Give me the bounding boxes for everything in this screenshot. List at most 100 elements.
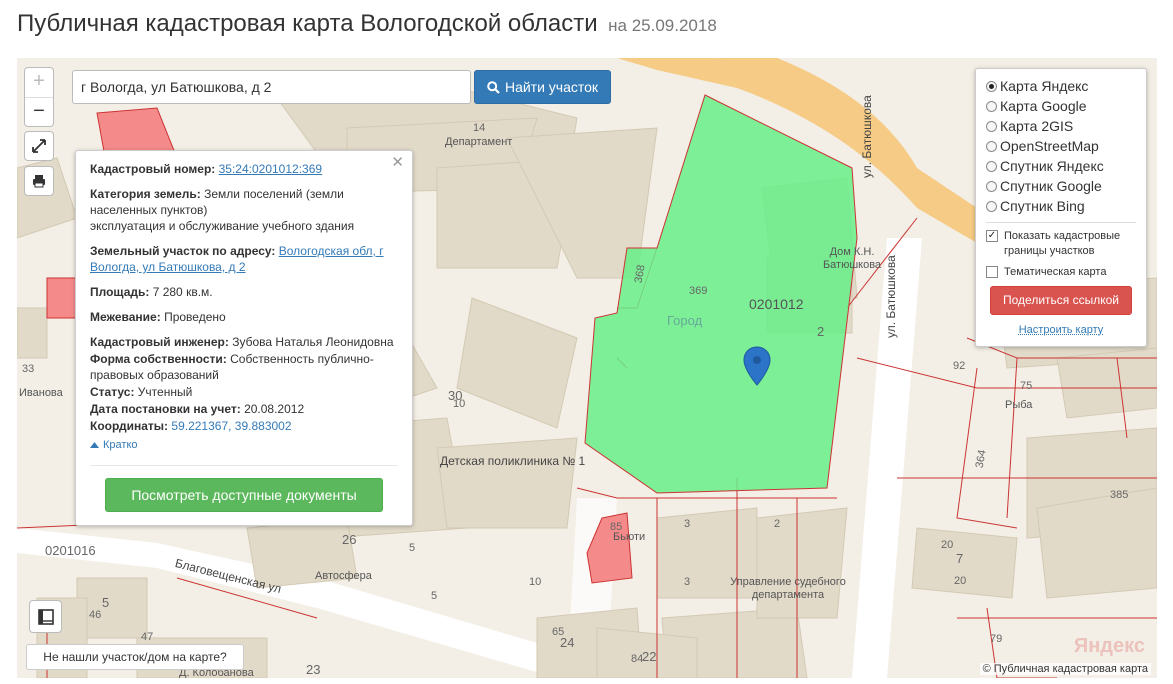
label-20b: 20 [954,575,967,587]
label-parcel-369: 369 [689,285,708,297]
layer-option-label: Карта Яндекс [1000,78,1089,94]
layer-option-label: Спутник Яндекс [1000,158,1104,174]
ownership-label: Форма собственности: [90,352,227,366]
layer-option-label: Спутник Bing [1000,198,1085,214]
label-byuti: Бьюти [613,531,646,543]
label-10: 10 [453,398,466,410]
yandex-watermark: Яндекс [1073,635,1145,657]
engineer-label: Кадастровый инженер: [90,335,229,349]
radio-button[interactable] [986,80,997,92]
checkbox-checked[interactable]: ✓ [986,230,998,242]
survey-label: Межевание: [90,310,161,324]
row-registration-date: Дата постановки на учет: 20.08.2012 [90,401,398,417]
row-address: Земельный участок по адресу: Вологодская… [90,243,398,275]
radio-button[interactable] [986,160,997,172]
zoom-control: + − [24,67,54,127]
radio-button[interactable] [986,100,997,112]
label-autosfera: Автосфера [315,570,372,582]
label-92: 92 [953,360,966,372]
address-label: Земельный участок по адресу: [90,244,276,258]
label-385: 385 [1110,489,1129,501]
caret-up-icon [90,442,99,448]
label-street-batyushkova-2: ул. Батюшкова [884,255,898,338]
label-5b: 5 [431,590,438,602]
label-46: 46 [89,609,102,621]
checkbox-unchecked[interactable] [986,266,998,278]
show-boundaries-label: Показать кадастровые границы участков [1004,230,1121,257]
engineer-value: Зубова Наталья Леонидовна [232,335,394,349]
search-icon [487,80,500,94]
layers-divider [986,222,1136,223]
row-coordinates: Координаты: 59.221367, 39.883002 [90,418,398,434]
label-num-2: 2 [817,324,825,339]
layer-option-google-map[interactable]: Карта Google [986,96,1136,116]
copyright: © Публичная кадастровая карта [979,663,1151,675]
find-parcel-button[interactable]: Найти участок [474,70,611,104]
row-ownership: Форма собственности: Собственность публи… [90,351,398,383]
label-47: 47 [141,631,154,643]
show-boundaries-checkbox[interactable]: ✓ Показать кадастровые границы участков [986,229,1136,259]
label-quarter-0201016: 0201016 [45,543,96,558]
thematic-map-checkbox[interactable]: Тематическая карта [986,265,1136,280]
zoom-out-button[interactable]: − [25,97,53,126]
parcel-info-panel: ✕ Кадастровый номер: 35:24:0201012:369 К… [75,150,413,526]
label-26: 26 [342,532,357,547]
close-icon[interactable]: ✕ [391,155,404,171]
label-polyclinic: Детская поликлиника № 1 [440,454,586,468]
thematic-map-label: Тематическая карта [1004,266,1107,278]
radio-button[interactable] [986,140,997,152]
row-land-category: Категория земель: Земли поселений (земли… [90,186,398,234]
area-value: 7 280 кв.м. [152,285,213,299]
coordinates-label: Координаты: [90,419,169,433]
radio-button[interactable] [986,180,997,192]
map-viewport[interactable]: Департамент 14 Дом К.Н. Батюшкова ул. Ба… [17,58,1157,678]
cadastral-number-label: Кадастровый номер: [90,162,216,176]
collapse-toggle[interactable]: Кратко [90,437,138,453]
area-label: Площадь: [90,285,150,299]
label-ivanova: Иванова [19,387,63,399]
layer-option-yandex-map[interactable]: Карта Яндекс [986,76,1136,96]
configure-map-link[interactable]: Настроить карту [986,324,1136,336]
layer-option-google-satellite[interactable]: Спутник Google [986,176,1136,196]
row-survey: Межевание: Проведено [90,309,398,325]
radio-button[interactable] [986,200,997,212]
row-cadastral-number: Кадастровый номер: 35:24:0201012:369 [90,161,398,177]
label-75: 75 [1020,380,1033,392]
legend-button[interactable] [29,600,62,633]
row-status: Статус: Учтенный [90,384,398,400]
status-value: Учтенный [137,385,193,399]
page-title: Публичная кадастровая карта Вологодской … [17,10,598,37]
page-header: Публичная кадастровая карта Вологодской … [17,10,717,46]
page-date: на 25.09.2018 [608,16,717,35]
coordinates-link[interactable]: 59.221367, 39.883002 [171,419,291,433]
label-24: 24 [560,635,575,650]
cadastral-number-link[interactable]: 35:24:0201012:369 [219,162,322,176]
view-documents-button[interactable]: Посмотреть доступные документы [105,478,383,512]
label-22: 22 [642,649,657,664]
row-engineer: Кадастровый инженер: Зубова Наталья Леон… [90,334,398,350]
fullscreen-button[interactable] [24,131,54,161]
label-street-batyushkova-1: ул. Батюшкова [860,95,874,178]
share-link-button[interactable]: Поделиться ссылкой [990,286,1132,315]
zoom-in-button[interactable]: + [25,68,53,97]
radio-button[interactable] [986,120,997,132]
label-3b: 3 [684,576,691,588]
layer-option-label: Спутник Google [1000,178,1102,194]
not-found-button[interactable]: Не нашли участок/дом на карте? [26,644,244,670]
layer-option-osm[interactable]: OpenStreetMap [986,136,1136,156]
layer-option-2gis-map[interactable]: Карта 2GIS [986,116,1136,136]
search-input[interactable] [72,70,471,104]
label-5a: 5 [409,542,416,554]
layer-option-bing-satellite[interactable]: Спутник Bing [986,196,1136,216]
status-label: Статус: [90,385,135,399]
print-button[interactable] [24,166,54,196]
info-divider [90,465,398,466]
registration-date-value: 20.08.2012 [244,402,305,416]
label-departament: Департамент [445,136,513,148]
layer-option-yandex-satellite[interactable]: Спутник Яндекс [986,156,1136,176]
legend-icon [37,608,54,625]
layers-panel: Карта Яндекс Карта Google Карта 2GIS Ope… [975,68,1147,347]
label-33: 33 [22,363,35,375]
layer-option-label: Карта Google [1000,98,1087,114]
label-ryba: Рыба [1005,399,1033,411]
